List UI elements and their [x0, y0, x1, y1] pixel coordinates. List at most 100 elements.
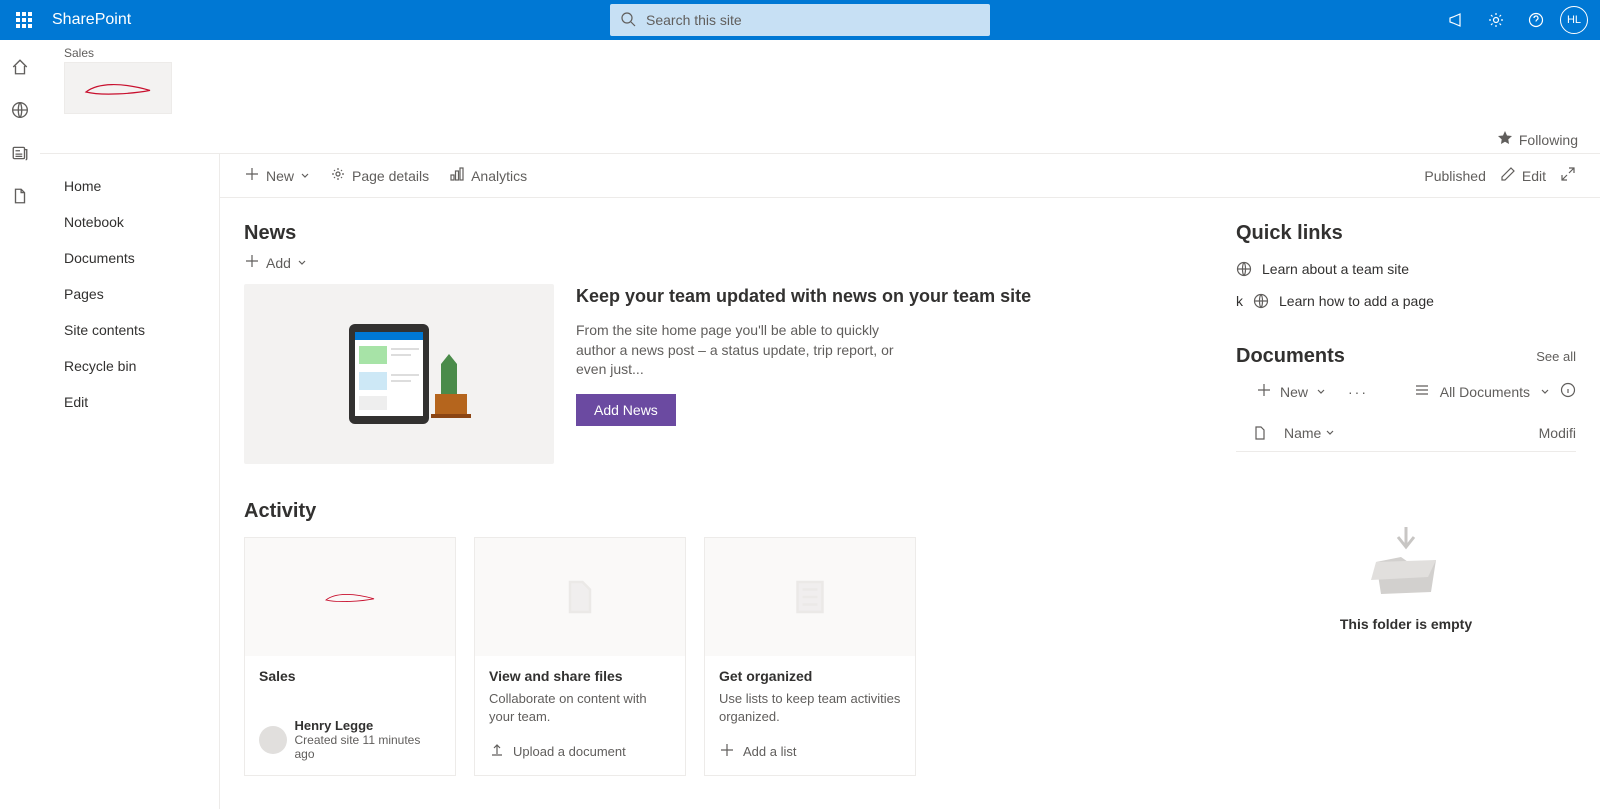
quicklinks-title: Quick links: [1236, 222, 1576, 245]
news-add-button[interactable]: Add: [244, 253, 1196, 272]
page-details-button[interactable]: Page details: [330, 166, 429, 185]
news-hero-desc: From the site home page you'll be able t…: [576, 321, 916, 380]
globe-icon[interactable]: [11, 101, 29, 122]
expand-icon[interactable]: [1560, 166, 1576, 185]
right-column: Quick links Learn about a team site k Le…: [1236, 222, 1576, 776]
analytics-label: Analytics: [471, 168, 527, 184]
info-icon[interactable]: [1560, 382, 1576, 401]
news-hero: Keep your team updated with news on your…: [244, 284, 1196, 464]
empty-folder-text: This folder is empty: [1236, 616, 1576, 632]
shell: Sales Following Home Notebook Documents …: [0, 40, 1600, 809]
gear-icon: [330, 166, 346, 185]
see-all-link[interactable]: See all: [1536, 349, 1576, 364]
upload-icon: [489, 742, 505, 761]
pencil-icon: [1500, 166, 1516, 185]
card-title: Sales: [259, 668, 441, 684]
column-modified[interactable]: Modifi: [1524, 425, 1576, 441]
upload-document-link[interactable]: Upload a document: [489, 742, 671, 761]
help-icon[interactable]: [1520, 4, 1552, 36]
card-image: [475, 538, 685, 656]
nav-notebook[interactable]: Notebook: [40, 204, 219, 240]
persona-name: Henry Legge: [295, 718, 442, 733]
page-details-label: Page details: [352, 168, 429, 184]
gear-icon[interactable]: [1480, 4, 1512, 36]
suite-right: HL: [1440, 4, 1600, 36]
chevron-down-icon: [297, 255, 307, 271]
docs-new-button[interactable]: New: [1280, 384, 1308, 400]
nav-pages[interactable]: Pages: [40, 276, 219, 312]
activity-card-organized[interactable]: Get organized Use lists to keep team act…: [704, 537, 916, 776]
chevron-down-icon: [1325, 425, 1335, 441]
news-icon[interactable]: [11, 144, 29, 165]
megaphone-icon[interactable]: [1440, 4, 1472, 36]
card-footer: Henry Legge Created site 11 minutes ago: [259, 718, 441, 761]
card-desc: Collaborate on content with your team.: [489, 690, 671, 726]
persona-sub: Created site 11 minutes ago: [295, 733, 442, 761]
card-desc: [259, 690, 441, 702]
app-launcher[interactable]: [0, 0, 48, 40]
quicklink-learn-add-page[interactable]: k Learn how to add a page: [1236, 285, 1576, 317]
left-column: News Add: [244, 222, 1196, 776]
files-icon[interactable]: [11, 187, 29, 208]
published-label: Published: [1424, 168, 1486, 184]
edit-button[interactable]: Edit: [1500, 166, 1546, 185]
chevron-down-icon: [300, 168, 310, 184]
quicklink-label: Learn about a team site: [1262, 261, 1409, 277]
card-title: View and share files: [489, 668, 671, 684]
documents-table-header: Name Modifi: [1236, 415, 1576, 452]
activity-cards: Sales Henry Legge Created site 11 minute…: [244, 537, 1196, 776]
empty-folder: This folder is empty: [1236, 452, 1576, 652]
nav-site-contents[interactable]: Site contents: [40, 312, 219, 348]
content-row: Home Notebook Documents Pages Site conte…: [40, 154, 1600, 809]
news-title: News: [244, 222, 1196, 245]
nav-home[interactable]: Home: [40, 168, 219, 204]
quicklink-label: Learn how to add a page: [1279, 293, 1434, 309]
analytics-button[interactable]: Analytics: [449, 166, 527, 185]
news-add-label: Add: [266, 255, 291, 271]
new-label: New: [266, 168, 294, 184]
edit-label: Edit: [1522, 168, 1546, 184]
action-bar: Following: [40, 124, 1600, 154]
activity-card-sales[interactable]: Sales Henry Legge Created site 11 minute…: [244, 537, 456, 776]
page-body: News Add: [220, 198, 1600, 809]
card-image: [245, 538, 455, 656]
site-logo[interactable]: [64, 62, 172, 114]
nav-recycle-bin[interactable]: Recycle bin: [40, 348, 219, 384]
empty-folder-icon: [1356, 522, 1456, 602]
documents-toolbar: New ··· All Documents: [1236, 368, 1576, 415]
chevron-down-icon: [1316, 384, 1326, 400]
add-news-button[interactable]: Add News: [576, 394, 676, 426]
card-image: [705, 538, 915, 656]
analytics-icon: [449, 166, 465, 185]
star-filled-icon: [1497, 130, 1513, 149]
activity-title: Activity: [244, 500, 1196, 523]
add-list-label: Add a list: [743, 744, 796, 759]
search-icon: [620, 11, 636, 30]
plus-icon: [1256, 382, 1272, 401]
nav-edit[interactable]: Edit: [40, 384, 219, 420]
app-name[interactable]: SharePoint: [52, 11, 131, 29]
documents-header: Documents See all: [1236, 345, 1576, 368]
new-button[interactable]: New: [244, 166, 310, 185]
site-name-label: Sales: [64, 46, 172, 60]
waffle-icon: [16, 12, 32, 28]
plus-icon: [244, 166, 260, 185]
home-icon[interactable]: [11, 58, 29, 79]
add-list-link[interactable]: Add a list: [719, 742, 901, 761]
quicklink-learn-team-site[interactable]: Learn about a team site: [1236, 253, 1576, 285]
follow-button[interactable]: Following: [1497, 130, 1578, 149]
suite-header: SharePoint HL: [0, 0, 1600, 40]
search-container: [610, 4, 990, 36]
nav-documents[interactable]: Documents: [40, 240, 219, 276]
site-navigation: Home Notebook Documents Pages Site conte…: [40, 154, 220, 809]
news-text: Keep your team updated with news on your…: [576, 284, 1031, 426]
main-canvas: New Page details: [220, 154, 1600, 809]
upload-label: Upload a document: [513, 744, 626, 759]
column-name[interactable]: Name: [1284, 425, 1524, 441]
search-input[interactable]: [610, 4, 990, 36]
avatar[interactable]: HL: [1560, 6, 1588, 34]
activity-card-files[interactable]: View and share files Collaborate on cont…: [474, 537, 686, 776]
more-icon[interactable]: ···: [1348, 384, 1368, 400]
view-icon: [1414, 382, 1430, 401]
all-documents-dropdown[interactable]: All Documents: [1440, 384, 1530, 400]
